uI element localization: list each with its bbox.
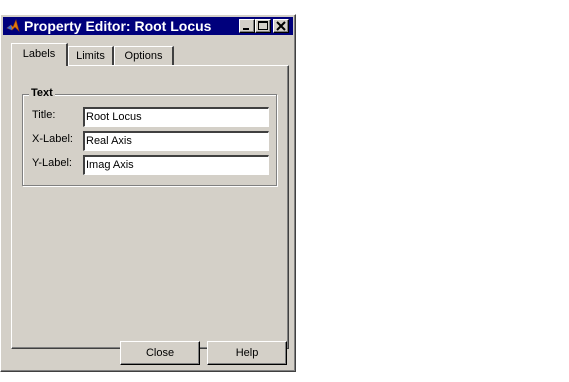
close-window-button[interactable] [273, 19, 289, 33]
y-label-field[interactable]: Imag Axis [83, 155, 269, 175]
labels-tab-panel: Text Title: Root Locus X-Label: Real Axi… [11, 65, 289, 349]
tab-labels-text: Labels [22, 48, 56, 60]
tab-limits-text: Limits [76, 50, 105, 62]
minimize-button[interactable] [239, 19, 255, 33]
tab-limits[interactable]: Limits [68, 46, 114, 66]
tab-options-text: Options [124, 50, 163, 62]
tab-labels[interactable]: Labels [11, 43, 68, 66]
y-label-label: Y-Label: [32, 157, 72, 169]
text-groupbox: Text Title: Root Locus X-Label: Real Axi… [22, 87, 277, 186]
close-button[interactable]: Close [120, 341, 200, 365]
close-icon [276, 21, 286, 31]
title-bar[interactable]: Property Editor: Root Locus [3, 17, 293, 35]
text-group-title: Text [29, 87, 55, 99]
x-label-label: X-Label: [32, 133, 73, 145]
window-title: Property Editor: Root Locus [24, 18, 212, 34]
help-button[interactable]: Help [207, 341, 287, 365]
maximize-icon [258, 21, 268, 30]
x-label-field[interactable]: Real Axis [83, 131, 269, 151]
tab-options[interactable]: Options [114, 46, 174, 66]
minimize-icon [243, 28, 249, 30]
title-label: Title: [32, 109, 56, 121]
title-field[interactable]: Root Locus [83, 107, 269, 127]
matlab-logo-icon [6, 19, 20, 33]
maximize-button[interactable] [255, 19, 271, 33]
property-editor-window: Property Editor: Root Locus Labels Limit… [0, 14, 296, 372]
